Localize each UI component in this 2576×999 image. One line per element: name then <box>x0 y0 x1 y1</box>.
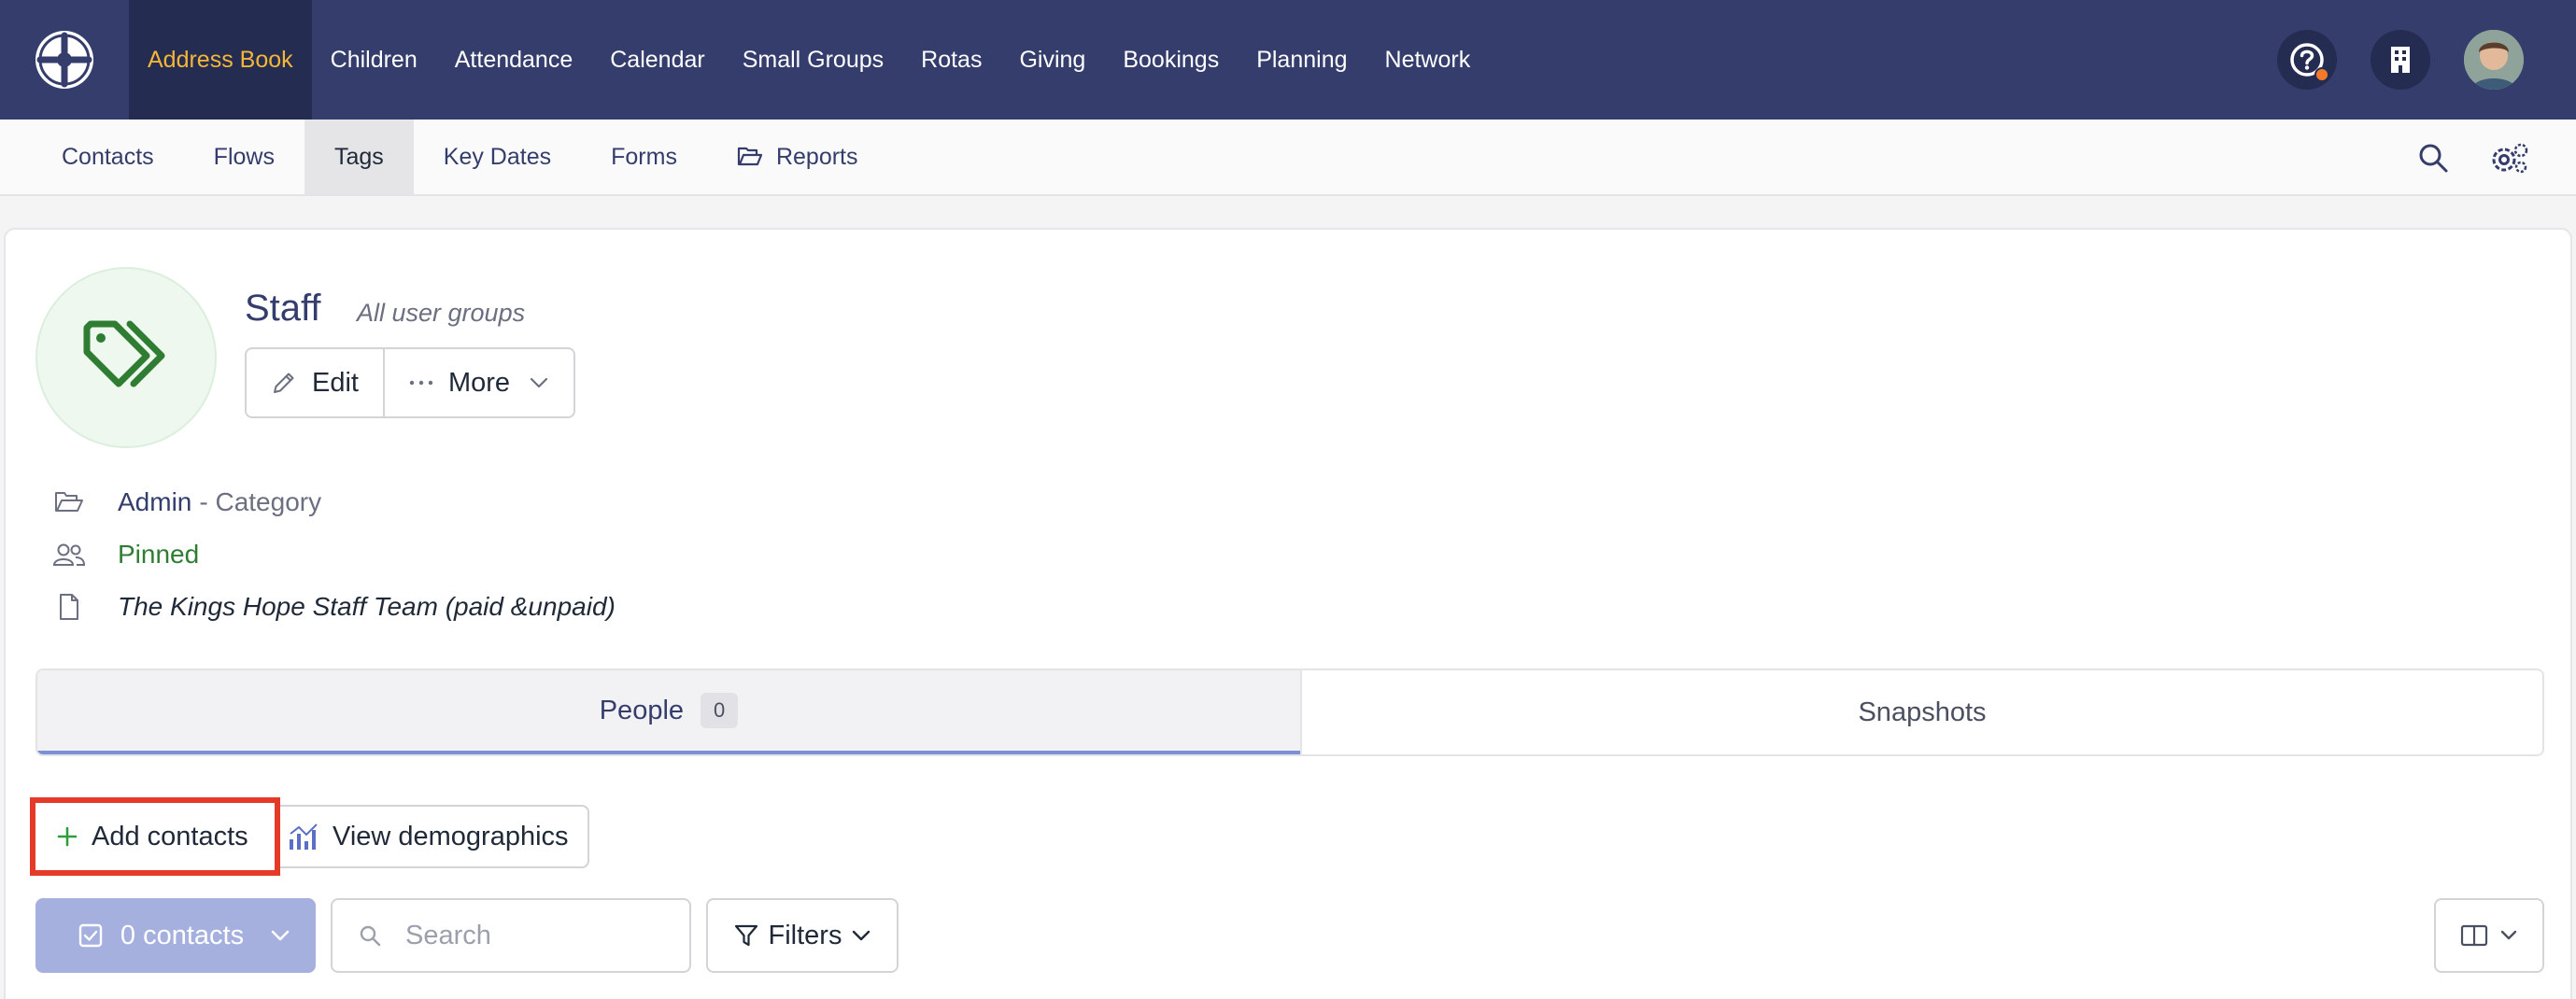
wheel-logo-icon[interactable] <box>0 0 129 120</box>
people-count-badge: 0 <box>701 693 739 728</box>
users-icon <box>50 542 88 567</box>
page-subtitle: All user groups <box>357 299 526 327</box>
topnav-item-network[interactable]: Network <box>1366 0 1490 120</box>
pencil-icon <box>274 373 294 393</box>
more-button-label: More <box>447 367 511 398</box>
file-icon <box>50 593 88 621</box>
topnav-item-calendar[interactable]: Calendar <box>591 0 723 120</box>
edit-button[interactable]: Edit <box>247 349 383 416</box>
columns-icon <box>2460 924 2488 947</box>
topnav-item-address-book[interactable]: Address Book <box>129 0 312 120</box>
topnav-item-rotas[interactable]: Rotas <box>902 0 1000 120</box>
tab-people[interactable]: People 0 <box>37 670 1300 754</box>
gear-icon[interactable] <box>2490 141 2529 175</box>
search-input[interactable]: Search <box>331 898 691 973</box>
contacts-count-label: 0 contacts <box>120 920 245 950</box>
subnav-item-reports[interactable]: Reports <box>707 120 888 194</box>
page-title: Staff <box>245 288 321 329</box>
help-button[interactable] <box>2277 30 2337 90</box>
pinned-row: Pinned <box>50 540 199 570</box>
filter-icon <box>734 924 757 947</box>
folder-open-icon <box>737 147 763 166</box>
subnav-item-tags[interactable]: Tags <box>304 120 414 194</box>
topnav-item-attendance[interactable]: Attendance <box>436 0 592 120</box>
more-button[interactable]: More <box>382 349 573 416</box>
column-layout-button[interactable] <box>2434 898 2544 973</box>
topnav-item-giving[interactable]: Giving <box>1000 0 1104 120</box>
search-placeholder: Search <box>405 920 491 950</box>
search-icon[interactable] <box>2417 142 2449 174</box>
topnav-item-small-groups[interactable]: Small Groups <box>724 0 902 120</box>
view-demographics-button[interactable]: View demographics <box>276 805 589 868</box>
pinned-label: Pinned <box>118 540 200 569</box>
tab-people-label: People <box>599 695 685 725</box>
description-row: The Kings Hope Staff Team (paid &unpaid) <box>50 592 616 622</box>
organisation-button[interactable] <box>2371 30 2430 90</box>
chevron-down-icon <box>853 930 870 941</box>
chevron-down-icon <box>271 930 290 941</box>
category-link[interactable]: Admin <box>118 487 191 517</box>
folder-open-icon <box>50 491 88 514</box>
chevron-down-icon <box>530 377 548 388</box>
subnav-item-reports-label: Reports <box>775 143 858 170</box>
subnav-item-contacts[interactable]: Contacts <box>32 120 184 194</box>
search-icon <box>360 925 381 947</box>
highlight-outline <box>30 797 280 876</box>
chart-icon <box>290 823 318 850</box>
category-row: Admin - Category <box>50 487 321 517</box>
sub-navigation: Contacts Flows Tags Key Dates Forms Repo… <box>0 120 2576 196</box>
top-navigation: Address Book Children Attendance Calenda… <box>0 0 2576 120</box>
user-avatar[interactable] <box>2464 30 2524 90</box>
category-suffix: - Category <box>199 487 322 516</box>
view-demographics-label: View demographics <box>333 821 569 851</box>
filters-label: Filters <box>768 920 842 950</box>
tag-detail-card: Staff All user groups Edit More Admin - … <box>4 228 2572 999</box>
topnav-item-bookings[interactable]: Bookings <box>1104 0 1238 120</box>
select-contacts-button[interactable]: 0 contacts <box>35 898 316 973</box>
notification-dot <box>2314 67 2329 82</box>
subnav-item-flows[interactable]: Flows <box>184 120 304 194</box>
checkbox-icon <box>78 923 103 948</box>
subnav-item-key-dates[interactable]: Key Dates <box>414 120 581 194</box>
chevron-down-icon <box>2500 930 2517 940</box>
topnav-item-planning[interactable]: Planning <box>1238 0 1366 120</box>
filters-button[interactable]: Filters <box>706 898 899 973</box>
topnav-item-children[interactable]: Children <box>312 0 436 120</box>
tab-bar: People 0 Snapshots <box>35 668 2544 756</box>
ellipsis-icon <box>409 380 433 386</box>
subnav-item-forms[interactable]: Forms <box>581 120 707 194</box>
tag-icon <box>35 267 217 448</box>
tag-action-group: Edit More <box>245 347 576 418</box>
building-icon <box>2391 47 2410 73</box>
tag-description: The Kings Hope Staff Team (paid &unpaid) <box>118 592 616 621</box>
edit-button-label: Edit <box>312 367 359 398</box>
tab-snapshots[interactable]: Snapshots <box>1300 670 2542 754</box>
